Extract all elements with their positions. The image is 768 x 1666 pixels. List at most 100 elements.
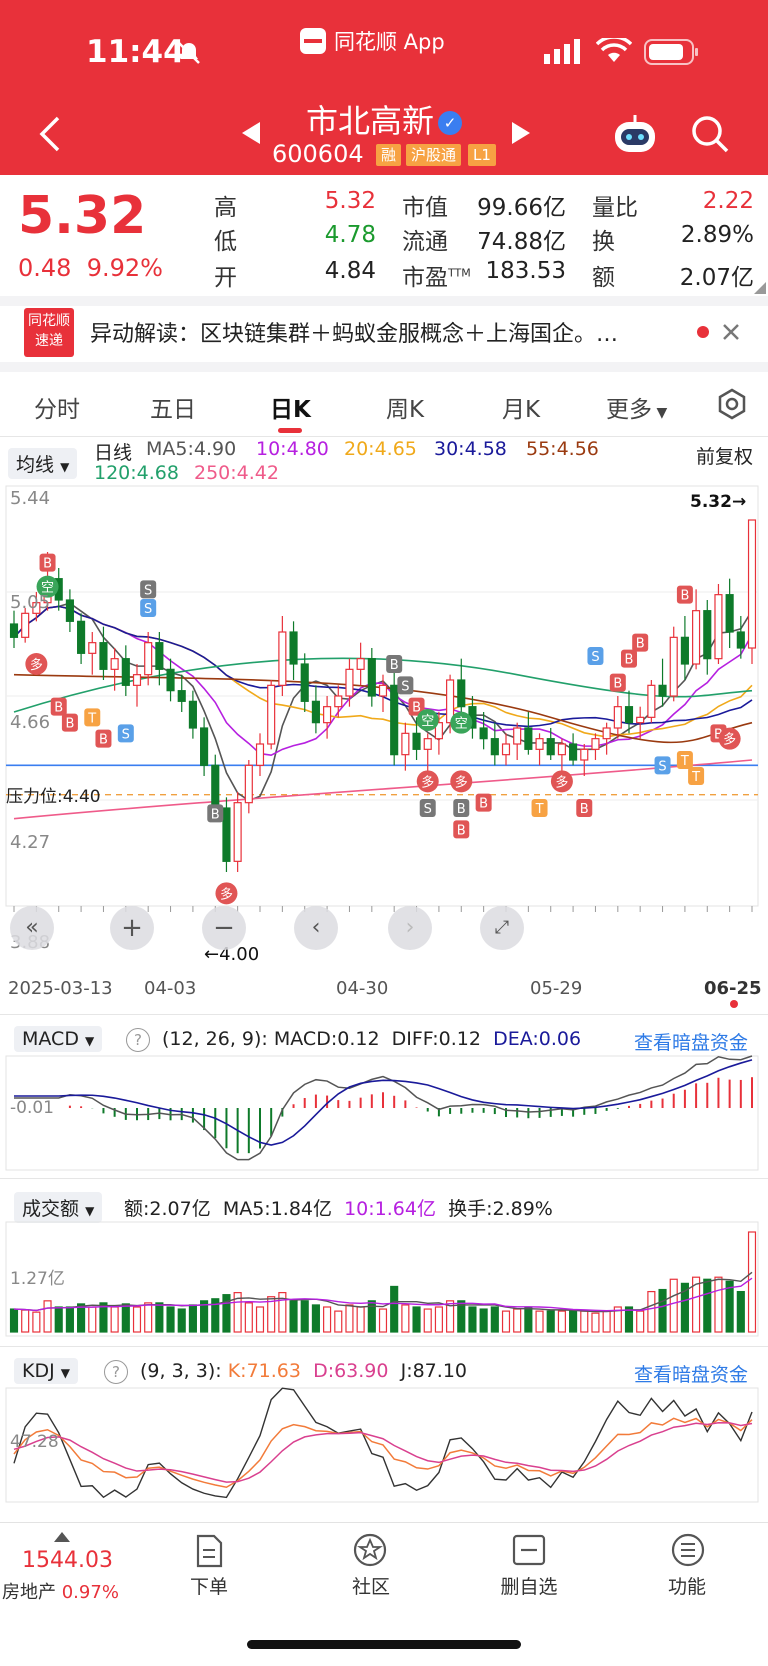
- tab-more[interactable]: 更多 ▼: [606, 390, 667, 424]
- volume-bar: [390, 1285, 399, 1333]
- macd-selector[interactable]: MACD ▼: [14, 1026, 103, 1052]
- pan-left-button[interactable]: ‹: [294, 906, 338, 950]
- buy-signal-text: B: [43, 557, 52, 572]
- volume-bar: [43, 1300, 52, 1333]
- label-high: 高: [214, 195, 237, 221]
- remove-watchlist-icon[interactable]: [512, 1534, 546, 1566]
- adjust-mode[interactable]: 前复权: [696, 442, 753, 469]
- nav-community[interactable]: 社区: [326, 1572, 416, 1599]
- long-signal: 多: [215, 882, 238, 905]
- candle-body: [692, 610, 701, 665]
- volume-bar: [188, 1304, 197, 1333]
- tab-intraday[interactable]: 分时: [34, 390, 80, 424]
- volume-bar: [591, 1312, 600, 1333]
- nav-order[interactable]: 下单: [164, 1572, 254, 1599]
- volume-bar: [110, 1306, 119, 1333]
- macd-chart[interactable]: [0, 1054, 768, 1172]
- long-signal-text: 多: [555, 774, 568, 790]
- zoom-in-button[interactable]: +: [110, 906, 154, 950]
- volume-selector[interactable]: 成交额 ▼: [14, 1192, 103, 1223]
- home-indicator: [247, 1640, 521, 1649]
- ma20-label: 20:4.65: [344, 438, 417, 460]
- settings-icon[interactable]: [716, 388, 748, 420]
- candle-body: [658, 684, 667, 697]
- candle-body: [557, 743, 566, 756]
- robot-assistant-icon[interactable]: [612, 114, 658, 156]
- nav-remove-watchlist[interactable]: 删自选: [484, 1572, 574, 1599]
- community-icon[interactable]: [352, 1532, 388, 1568]
- buy-signal: B: [61, 713, 78, 732]
- dark-pool-link[interactable]: 查看暗盘资金: [634, 1028, 748, 1055]
- ma30-label: 30:4.58: [434, 438, 507, 460]
- divider: [0, 1014, 768, 1015]
- buy-signal-text: B: [457, 823, 466, 838]
- dark-pool-link[interactable]: 查看暗盘资金: [634, 1360, 748, 1387]
- sell-signal: S: [140, 580, 157, 599]
- next-stock-icon[interactable]: [510, 120, 532, 146]
- tab-daily-k[interactable]: 日K: [270, 390, 311, 424]
- tab-five-day[interactable]: 五日: [150, 390, 196, 424]
- candle-body: [580, 748, 589, 761]
- index-name[interactable]: 房地产 0.97%: [2, 1578, 119, 1604]
- order-icon[interactable]: [194, 1534, 224, 1568]
- candle-body: [513, 727, 522, 745]
- zoom-out-button[interactable]: −: [202, 906, 246, 950]
- last-price: 5.32: [18, 186, 147, 246]
- close-icon[interactable]: [722, 323, 740, 341]
- y-tick: 5.44: [10, 488, 51, 509]
- tab-weekly-k[interactable]: 周K: [386, 390, 424, 424]
- buy-signal-text: B: [613, 677, 622, 692]
- divider: [0, 1346, 768, 1347]
- sell-signal: S: [140, 599, 157, 617]
- volume-bar: [334, 1310, 343, 1333]
- app-logo-icon: [300, 28, 326, 54]
- kdj-selector[interactable]: KDJ ▼: [14, 1358, 78, 1384]
- volume-bar: [557, 1310, 566, 1333]
- expand-corner-icon[interactable]: [754, 282, 766, 294]
- candle-body: [736, 631, 745, 649]
- kline-chart[interactable]: B空多BB TBSSS多BBSB空 空多 多S BBB T多BSBBBBS TTB 多: [0, 484, 768, 966]
- news-headline[interactable]: 异动解读：区块链集群＋蚂蚁金服概念＋上海国企。…: [90, 316, 618, 348]
- candle-body: [624, 706, 634, 724]
- stock-code: 600604: [272, 140, 364, 168]
- candle-body: [200, 727, 209, 766]
- candle-body: [222, 807, 231, 862]
- trade-signal: T: [688, 767, 705, 785]
- kdj-values: (9, 3, 3): K:71.63 D:63.90 J:87.10: [140, 1360, 467, 1382]
- menu-icon[interactable]: [670, 1532, 706, 1568]
- prev-stock-icon[interactable]: [240, 120, 262, 146]
- candle-body: [401, 732, 410, 756]
- zoom-out-full-button[interactable]: «: [10, 906, 54, 950]
- pressure-level: 压力位:4.40: [6, 787, 101, 807]
- unread-dot: [697, 326, 709, 338]
- candle-body: [647, 684, 656, 718]
- index-value[interactable]: 1544.03: [22, 1548, 113, 1573]
- candle-body: [99, 642, 108, 670]
- tab-indicator: [278, 428, 302, 433]
- nav-functions[interactable]: 功能: [642, 1572, 732, 1599]
- search-icon[interactable]: [690, 114, 730, 154]
- ma-selector[interactable]: 均线 ▼: [8, 448, 78, 479]
- price-change: 0.48 9.92%: [18, 254, 163, 282]
- volume-bar: [423, 1308, 432, 1333]
- volume-bar: [77, 1303, 86, 1333]
- short-signal: 空: [416, 709, 439, 731]
- stock-name: 市北高新: [305, 102, 434, 140]
- kdj-chart[interactable]: [0, 1386, 768, 1504]
- sell-signal: S: [654, 756, 671, 775]
- help-icon[interactable]: ?: [104, 1360, 128, 1384]
- help-icon[interactable]: ?: [126, 1028, 150, 1052]
- long-signal-text: 多: [723, 732, 736, 748]
- volume-bar: [468, 1306, 477, 1333]
- tag-connect: 沪股通: [406, 144, 462, 166]
- volume-bar: [244, 1302, 253, 1333]
- volume-bar: [132, 1306, 142, 1333]
- pan-right-button[interactable]: ›: [388, 906, 432, 950]
- volume-chart[interactable]: [0, 1220, 768, 1338]
- fullscreen-button[interactable]: ⤢: [480, 906, 524, 950]
- tag-level: L1: [468, 144, 496, 166]
- candle-body: [669, 636, 678, 697]
- candle-body: [501, 743, 511, 756]
- tab-monthly-k[interactable]: 月K: [502, 390, 540, 424]
- y-tick: 4.66: [10, 712, 51, 733]
